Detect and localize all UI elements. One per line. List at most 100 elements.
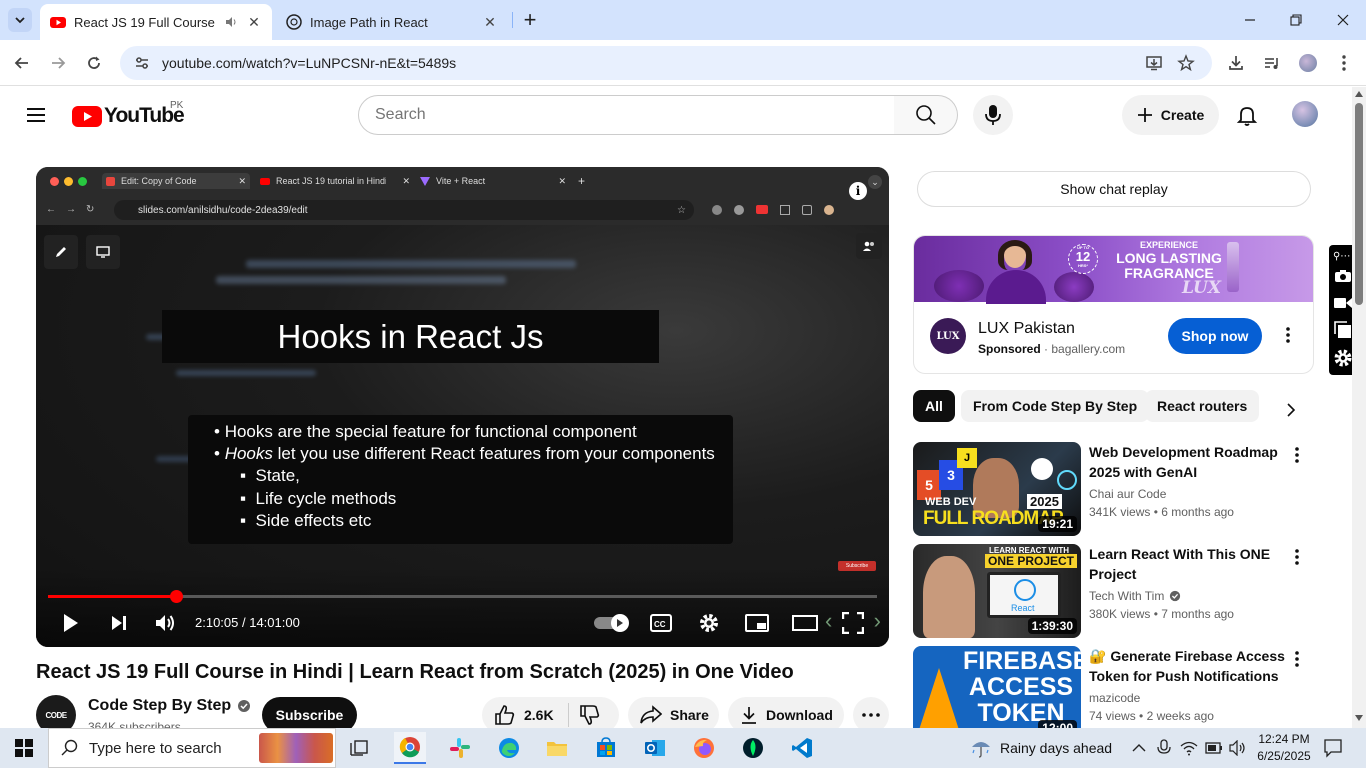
forward-icon[interactable] xyxy=(47,52,69,74)
youtube-logo[interactable]: YouTube xyxy=(72,104,185,127)
address-bar[interactable]: youtube.com/watch?v=LuNPCSNr-nE&t=5489s xyxy=(120,46,1212,80)
close-icon xyxy=(1337,14,1349,26)
restore-window-button[interactable] xyxy=(1286,10,1306,30)
profile-avatar[interactable] xyxy=(1297,52,1319,74)
search-input[interactable]: Search xyxy=(358,95,895,135)
reload-icon[interactable] xyxy=(83,52,105,74)
tab-search-button[interactable] xyxy=(8,8,32,32)
camera-icon[interactable] xyxy=(1334,269,1352,288)
advertiser-name[interactable]: LUX Pakistan xyxy=(978,320,1075,338)
site-settings-icon[interactable] xyxy=(134,55,150,71)
minimize-window-button[interactable] xyxy=(1240,10,1260,30)
guide-menu-icon[interactable] xyxy=(24,103,48,127)
recommended-video[interactable]: 5 3 J 2025 WEB DEV FULL ROADMAP 19:21 We… xyxy=(913,442,1314,536)
start-button[interactable] xyxy=(0,728,48,768)
install-app-icon[interactable] xyxy=(1145,54,1163,72)
outlook-taskbar-icon[interactable] xyxy=(639,732,671,764)
back-icon[interactable] xyxy=(11,52,33,74)
video-info-icon[interactable]: i xyxy=(849,182,867,200)
create-button[interactable]: Create xyxy=(1122,95,1219,135)
mongodb-compass-taskbar-icon[interactable] xyxy=(737,732,769,764)
media-controls-icon[interactable] xyxy=(1261,52,1283,74)
show-chat-replay-button[interactable]: Show chat replay xyxy=(917,171,1311,207)
video-thumbnail[interactable]: FIREBASE ACCESS TOKEN 12:00 xyxy=(913,646,1081,740)
video-thumbnail[interactable]: LEARN REACT WITH ONE PROJECT React 1:39:… xyxy=(913,544,1081,638)
vscode-taskbar-icon[interactable] xyxy=(786,732,818,764)
play-button[interactable] xyxy=(58,610,84,636)
settings-button[interactable] xyxy=(696,610,722,636)
progress-bar[interactable] xyxy=(48,590,877,603)
autoplay-toggle[interactable] xyxy=(592,614,629,632)
ms-store-taskbar-icon[interactable] xyxy=(590,732,622,764)
openai-favicon-icon xyxy=(286,14,302,30)
chip-all[interactable]: All xyxy=(913,390,955,422)
chip-react-routers[interactable]: React routers xyxy=(1145,390,1260,422)
browser-tab-image-path[interactable]: Image Path in React ✕ xyxy=(276,4,508,40)
wifi-icon[interactable] xyxy=(1180,740,1198,761)
collapse-chevron-icon[interactable]: ⌄ xyxy=(868,175,882,189)
notification-center-icon[interactable] xyxy=(1323,738,1343,763)
weather-widget[interactable]: Rainy days ahead xyxy=(970,728,1112,768)
scroll-up-arrow[interactable] xyxy=(1355,91,1363,97)
react-logo-icon xyxy=(1014,579,1036,601)
gear-icon[interactable] xyxy=(1333,348,1353,373)
meet-now-icon[interactable] xyxy=(1156,739,1172,762)
miniplayer-button[interactable] xyxy=(744,610,770,636)
widget-menu-icon[interactable]: ⚲⋯ xyxy=(1333,251,1350,262)
recommended-video[interactable]: FIREBASE ACCESS TOKEN 12:00 🔐 Generate F… xyxy=(913,646,1314,740)
video-title[interactable]: 🔐 Generate Firebase Access Token for Pus… xyxy=(1089,646,1294,686)
advertiser-logo[interactable]: LUX xyxy=(930,318,966,354)
close-tab-icon[interactable]: ✕ xyxy=(244,14,264,31)
channel-name[interactable]: Code Step By Step xyxy=(88,697,251,715)
notifications-button[interactable] xyxy=(1235,103,1259,127)
theater-mode-button[interactable] xyxy=(792,610,818,636)
video-thumbnail[interactable]: 5 3 J 2025 WEB DEV FULL ROADMAP 19:21 xyxy=(913,442,1081,536)
scroll-thumb[interactable] xyxy=(1355,103,1363,305)
channel-name[interactable]: Chai aur Code xyxy=(1089,487,1166,501)
chrome-taskbar-icon[interactable] xyxy=(394,732,426,764)
mute-button[interactable] xyxy=(152,610,178,636)
close-tab-icon[interactable]: ✕ xyxy=(480,14,500,31)
browser-tab-youtube[interactable]: React JS 19 Full Course in H ✕ xyxy=(40,4,272,40)
channel-name[interactable]: Tech With Tim xyxy=(1089,589,1181,603)
ad-banner[interactable]: UP TO 12 HRS* EXPERIENCE LONG LASTING FR… xyxy=(914,236,1313,304)
video-player[interactable]: Edit: Copy of Code ✕ React JS 19 tutoria… xyxy=(36,167,889,647)
chips-next-button[interactable] xyxy=(1279,398,1303,422)
show-hidden-icons[interactable] xyxy=(1132,740,1146,758)
volume-icon[interactable] xyxy=(1229,739,1247,761)
new-tab-button[interactable]: + xyxy=(520,6,540,34)
shop-now-button[interactable]: Shop now xyxy=(1168,318,1262,354)
more-vertical-icon[interactable] xyxy=(1295,650,1299,673)
ad-more-icon[interactable] xyxy=(1286,326,1290,349)
more-vertical-icon[interactable] xyxy=(1295,446,1299,469)
edge-taskbar-icon[interactable] xyxy=(493,732,525,764)
file-explorer-taskbar-icon[interactable] xyxy=(541,732,573,764)
scroll-down-arrow[interactable] xyxy=(1355,715,1363,721)
copy-icon[interactable] xyxy=(1334,321,1352,344)
downloads-icon[interactable] xyxy=(1225,52,1247,74)
channel-name[interactable]: mazicode xyxy=(1089,691,1140,705)
bookmark-star-icon[interactable] xyxy=(1177,54,1195,72)
taskbar-search-box[interactable]: Type here to search xyxy=(48,728,336,768)
captions-button[interactable]: CC xyxy=(648,610,674,636)
slack-taskbar-icon[interactable] xyxy=(444,732,476,764)
browser-menu-icon[interactable] xyxy=(1333,52,1355,74)
url-text[interactable]: youtube.com/watch?v=LuNPCSNr-nE&t=5489s xyxy=(162,55,456,71)
system-clock[interactable]: 12:24 PM 6/25/2025 xyxy=(1254,731,1314,765)
chip-from-channel[interactable]: From Code Step By Step xyxy=(961,390,1150,422)
close-window-button[interactable] xyxy=(1333,10,1353,30)
more-vertical-icon[interactable] xyxy=(1295,548,1299,571)
task-view-icon[interactable] xyxy=(344,732,376,764)
battery-icon[interactable] xyxy=(1205,741,1223,759)
voice-search-button[interactable] xyxy=(973,95,1013,135)
sponsored-ad-card[interactable]: UP TO 12 HRS* EXPERIENCE LONG LASTING FR… xyxy=(913,235,1314,374)
firefox-taskbar-icon[interactable] xyxy=(688,732,720,764)
recommended-video[interactable]: LEARN REACT WITH ONE PROJECT React 1:39:… xyxy=(913,544,1314,638)
video-camera-icon[interactable] xyxy=(1333,296,1353,315)
next-button[interactable] xyxy=(106,610,132,636)
page-scrollbar[interactable] xyxy=(1352,87,1366,728)
search-button[interactable] xyxy=(894,95,958,135)
video-title[interactable]: Learn React With This ONE Project xyxy=(1089,544,1289,584)
account-avatar[interactable] xyxy=(1292,101,1318,127)
video-title[interactable]: Web Development Roadmap 2025 with GenAI xyxy=(1089,442,1289,482)
